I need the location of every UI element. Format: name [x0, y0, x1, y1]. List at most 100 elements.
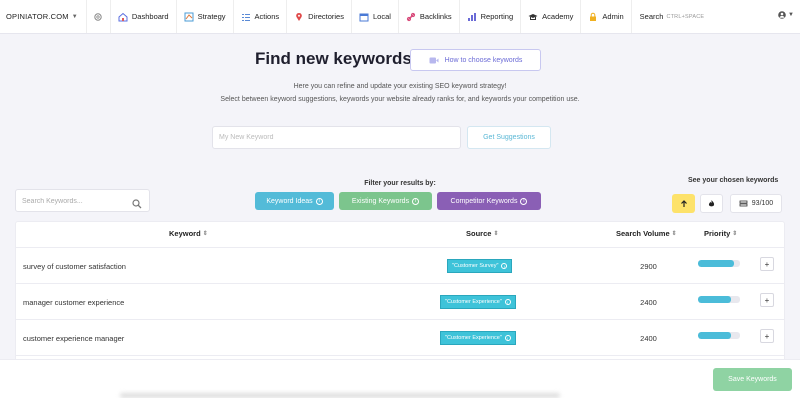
- intro-text: Here you can refine and update your exis…: [293, 83, 507, 90]
- sort-icon: ⇕: [732, 231, 738, 237]
- new-keyword-input[interactable]: [212, 126, 461, 149]
- nav-label: Reporting: [480, 12, 514, 21]
- nav-label: Directories: [308, 12, 344, 21]
- table-row: survey of customer satisfaction "Custome…: [16, 247, 784, 283]
- flame-icon: [708, 200, 715, 207]
- add-keyword-button[interactable]: +: [760, 257, 774, 271]
- chosen-count: 93/100: [751, 200, 774, 207]
- chip-label: Keyword Ideas: [266, 197, 313, 205]
- nav-label: Admin: [602, 12, 624, 21]
- nav-label: Strategy: [197, 12, 226, 21]
- chosen-count-button[interactable]: 93/100: [730, 194, 782, 213]
- sort-icon: ⇕: [671, 231, 677, 237]
- video-icon: [429, 57, 439, 64]
- nav-reporting[interactable]: Reporting: [460, 0, 522, 33]
- sort-icon: ⇕: [493, 231, 499, 237]
- nav-academy[interactable]: Academy: [521, 0, 582, 33]
- chart-icon: [467, 12, 477, 22]
- header-source[interactable]: Source ⇕: [466, 229, 498, 238]
- header-priority[interactable]: Priority ⇕: [704, 229, 737, 238]
- how-to-label: How to choose keywords: [444, 56, 523, 64]
- get-suggestions-button[interactable]: Get Suggestions: [467, 126, 551, 149]
- search-icon[interactable]: [132, 196, 142, 214]
- user-menu[interactable]: ▼: [778, 11, 794, 19]
- keyword-cell: manager customer experience: [23, 298, 125, 307]
- nav-label: Dashboard: [131, 12, 169, 21]
- arrow-up-icon: [680, 199, 687, 207]
- list-icon: [241, 12, 251, 22]
- keyword-cell: survey of customer satisfaction: [23, 262, 126, 271]
- search-label: Search: [639, 12, 664, 21]
- search-volume-cell: 2400: [640, 334, 657, 343]
- info-icon: i: [412, 197, 420, 205]
- info-icon: i: [501, 263, 508, 269]
- nav-label: Backlinks: [419, 12, 452, 21]
- nav-local[interactable]: Local: [352, 0, 399, 33]
- info-icon: i: [504, 299, 511, 305]
- header-label: Keyword: [169, 229, 201, 238]
- keyword-search-input[interactable]: [16, 191, 126, 212]
- global-search[interactable]: Search CTRL+SPACE: [632, 0, 713, 33]
- nav-backlinks[interactable]: Backlinks: [399, 0, 460, 33]
- chip-label: Existing Keywords: [351, 197, 410, 205]
- filter-keyword-ideas[interactable]: Keyword Ideas i: [255, 192, 334, 210]
- settings-gear-icon[interactable]: [87, 0, 111, 33]
- header-keyword[interactable]: Keyword ⇕: [169, 229, 208, 238]
- source-badge[interactable]: "Customer Survey" i: [447, 259, 513, 273]
- nav-dashboard[interactable]: Dashboard: [111, 0, 177, 33]
- source-badge[interactable]: "Customer Experience" i: [440, 331, 516, 345]
- stack-icon: [739, 200, 748, 208]
- pin-icon: [294, 12, 304, 22]
- calendar-icon: [359, 12, 369, 22]
- brand-selector[interactable]: OPINIATOR.COM ▼: [0, 0, 87, 33]
- table-row: customer experience manager "Customer Ex…: [16, 319, 784, 355]
- home-icon: [118, 12, 128, 22]
- page-title: Find new keywords: [255, 49, 412, 68]
- keyword-search-box: [15, 189, 150, 212]
- header-label: Priority: [704, 229, 731, 238]
- add-keyword-button[interactable]: +: [760, 293, 774, 307]
- info-icon: i: [520, 197, 528, 205]
- header-label: Source: [466, 229, 492, 238]
- search-shortcut-hint: CTRL+SPACE: [666, 13, 705, 20]
- add-keyword-button[interactable]: +: [760, 329, 774, 343]
- filter-competitor-keywords[interactable]: Competitor Keywords i: [437, 192, 541, 210]
- lock-icon: [588, 12, 598, 22]
- priority-bar[interactable]: [698, 296, 740, 303]
- nav-strategy[interactable]: Strategy: [177, 0, 234, 33]
- intro-subtext: Select between keyword suggestions, keyw…: [220, 96, 580, 103]
- brand-name: OPINIATOR.COM: [6, 12, 69, 21]
- nav-directories[interactable]: Directories: [287, 0, 352, 33]
- chosen-keywords-label: See your chosen keywords: [688, 177, 779, 184]
- priority-fill: [698, 296, 731, 303]
- nav-label: Actions: [254, 12, 280, 21]
- filter-existing-keywords[interactable]: Existing Keywords i: [339, 192, 432, 210]
- keyword-cell: customer experience manager: [23, 334, 125, 343]
- header-label: Search Volume: [616, 229, 670, 238]
- chevron-down-icon: ▼: [71, 13, 78, 20]
- search-volume-cell: 2900: [640, 262, 657, 271]
- how-to-choose-keywords-button[interactable]: How to choose keywords: [410, 49, 541, 71]
- user-avatar-icon: [778, 11, 786, 19]
- nav-label: Academy: [542, 12, 574, 21]
- sort-up-button[interactable]: [672, 194, 695, 213]
- chevron-down-icon: ▼: [788, 12, 794, 18]
- sort-icon: ⇕: [202, 231, 208, 237]
- source-badge[interactable]: "Customer Experience" i: [440, 295, 516, 309]
- chip-label: Competitor Keywords: [450, 197, 518, 205]
- nav-actions[interactable]: Actions: [234, 0, 288, 33]
- nav-admin[interactable]: Admin: [581, 0, 632, 33]
- graduation-icon: [528, 12, 538, 22]
- top-navbar: OPINIATOR.COM ▼ Dashboard Strategy Actio…: [0, 0, 800, 34]
- table-row: manager customer experience "Customer Ex…: [16, 283, 784, 319]
- priority-bar[interactable]: [698, 332, 740, 339]
- link-icon: [406, 12, 416, 22]
- strategy-icon: [184, 12, 194, 22]
- info-icon: i: [504, 335, 511, 341]
- priority-bar[interactable]: [698, 260, 740, 267]
- header-search-volume[interactable]: Search Volume ⇕: [616, 229, 677, 238]
- save-keywords-button[interactable]: Save Keywords: [713, 368, 792, 391]
- trending-button[interactable]: [700, 194, 723, 213]
- search-volume-cell: 2400: [640, 298, 657, 307]
- priority-fill: [698, 260, 734, 267]
